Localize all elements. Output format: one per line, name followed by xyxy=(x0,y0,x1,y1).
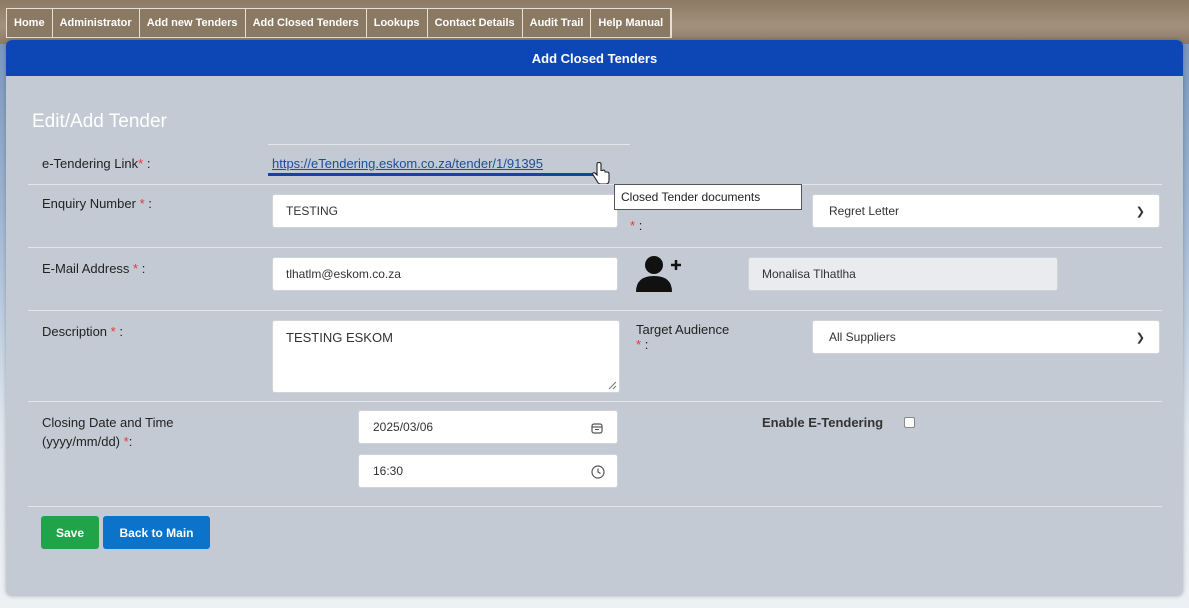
enquiry-number-label: Enquiry Number * : xyxy=(42,196,152,211)
required-marker: * xyxy=(138,156,144,171)
enquiry-number-value: TESTING xyxy=(286,204,339,218)
target-audience-label-text: Target Audience xyxy=(636,322,730,337)
top-navigation-bar: Home Administrator Add new Tenders Add C… xyxy=(0,0,1189,44)
row-divider xyxy=(28,310,1162,311)
required-marker: * xyxy=(630,218,636,233)
menu-item-help-manual[interactable]: Help Manual xyxy=(591,9,672,37)
target-audience-select[interactable]: All Suppliers ❯ xyxy=(812,320,1160,354)
save-button[interactable]: Save xyxy=(41,516,99,549)
menu-item-administrator[interactable]: Administrator xyxy=(53,9,140,37)
label-colon: : xyxy=(148,196,152,211)
resize-handle-icon[interactable] xyxy=(608,381,617,390)
link-focus-underline xyxy=(268,173,606,176)
link-tooltip: Closed Tender documents xyxy=(614,184,802,210)
closing-time-input[interactable]: 16:30 xyxy=(358,454,618,488)
menu-item-add-closed-tenders[interactable]: Add Closed Tenders xyxy=(246,9,367,37)
email-input[interactable]: tlhatlm@eskom.co.za xyxy=(272,257,618,291)
clock-icon[interactable] xyxy=(591,465,605,479)
row-divider xyxy=(28,401,1162,402)
row-divider xyxy=(28,247,1162,248)
enquiry-number-label-text: Enquiry Number xyxy=(42,196,136,211)
letter-type-select[interactable]: Regret Letter ❯ xyxy=(812,194,1160,228)
section-title: Edit/Add Tender xyxy=(32,111,167,132)
etender-link-label-text: e-Tendering Link xyxy=(42,156,139,171)
closing-date-value: 2025/03/06 xyxy=(373,420,434,434)
calendar-icon[interactable] xyxy=(591,422,603,434)
enable-etendering-checkbox[interactable] xyxy=(904,417,915,428)
label-colon: : xyxy=(128,434,133,449)
description-label: Description * : xyxy=(42,324,123,339)
closing-date-label-line2: (yyyy/mm/dd) xyxy=(42,434,120,449)
email-label-text: E-Mail Address xyxy=(42,261,130,276)
chevron-down-icon: ❯ xyxy=(1135,205,1145,218)
menu-item-contact-details[interactable]: Contact Details xyxy=(428,9,523,37)
contact-name-field: Monalisa Tlhatlha xyxy=(748,257,1058,291)
description-textarea[interactable]: TESTING ESKOM xyxy=(272,320,620,393)
closing-time-value: 16:30 xyxy=(373,464,404,478)
etender-link-label: e-Tendering Link* : xyxy=(42,156,150,171)
panel-header: Add Closed Tenders xyxy=(6,40,1183,76)
contact-name-value: Monalisa Tlhatlha xyxy=(762,267,856,281)
label-colon: : xyxy=(638,218,643,233)
required-marker: * xyxy=(139,196,145,211)
description-label-text: Description xyxy=(42,324,108,339)
form-panel: Add Closed Tenders Edit/Add Tender e-Ten… xyxy=(6,40,1183,596)
row-divider xyxy=(28,506,1162,507)
email-value: tlhatlm@eskom.co.za xyxy=(286,267,401,281)
menu-item-add-new-tenders[interactable]: Add new Tenders xyxy=(140,9,246,37)
required-marker: * xyxy=(636,337,642,352)
required-marker: * xyxy=(133,261,139,276)
required-marker: * xyxy=(110,324,116,339)
closing-date-label-line1: Closing Date and Time xyxy=(42,415,174,430)
back-to-main-button[interactable]: Back to Main xyxy=(103,516,210,549)
closing-date-label: Closing Date and Time (yyyy/mm/dd) *: xyxy=(42,413,174,451)
label-colon: : xyxy=(119,324,123,339)
enable-etendering-label: Enable E-Tendering xyxy=(762,415,884,430)
menu-item-lookups[interactable]: Lookups xyxy=(367,9,428,37)
enquiry-number-input[interactable]: TESTING xyxy=(272,194,618,228)
row-divider xyxy=(28,184,614,185)
row-divider xyxy=(802,184,1162,185)
etender-link[interactable]: https://eTendering.eskom.co.za/tender/1/… xyxy=(272,156,543,171)
label-colon: : xyxy=(644,337,649,352)
chevron-down-icon: ❯ xyxy=(1135,331,1145,344)
label-colon: : xyxy=(146,156,151,171)
letter-required-marker: * : xyxy=(630,218,642,233)
email-label: E-Mail Address * : xyxy=(42,261,145,276)
row-divider xyxy=(268,144,630,145)
menu-item-home[interactable]: Home xyxy=(7,9,53,37)
menu-item-audit-trail[interactable]: Audit Trail xyxy=(523,9,592,37)
label-colon: : xyxy=(141,261,146,276)
add-user-icon[interactable] xyxy=(632,252,688,296)
main-menu: Home Administrator Add new Tenders Add C… xyxy=(6,8,673,38)
target-audience-value: All Suppliers xyxy=(829,330,896,344)
target-audience-label: Target Audience * : xyxy=(636,322,729,352)
description-value: TESTING ESKOM xyxy=(286,330,393,345)
closing-date-input[interactable]: 2025/03/06 xyxy=(358,410,618,444)
letter-type-value: Regret Letter xyxy=(829,204,900,218)
